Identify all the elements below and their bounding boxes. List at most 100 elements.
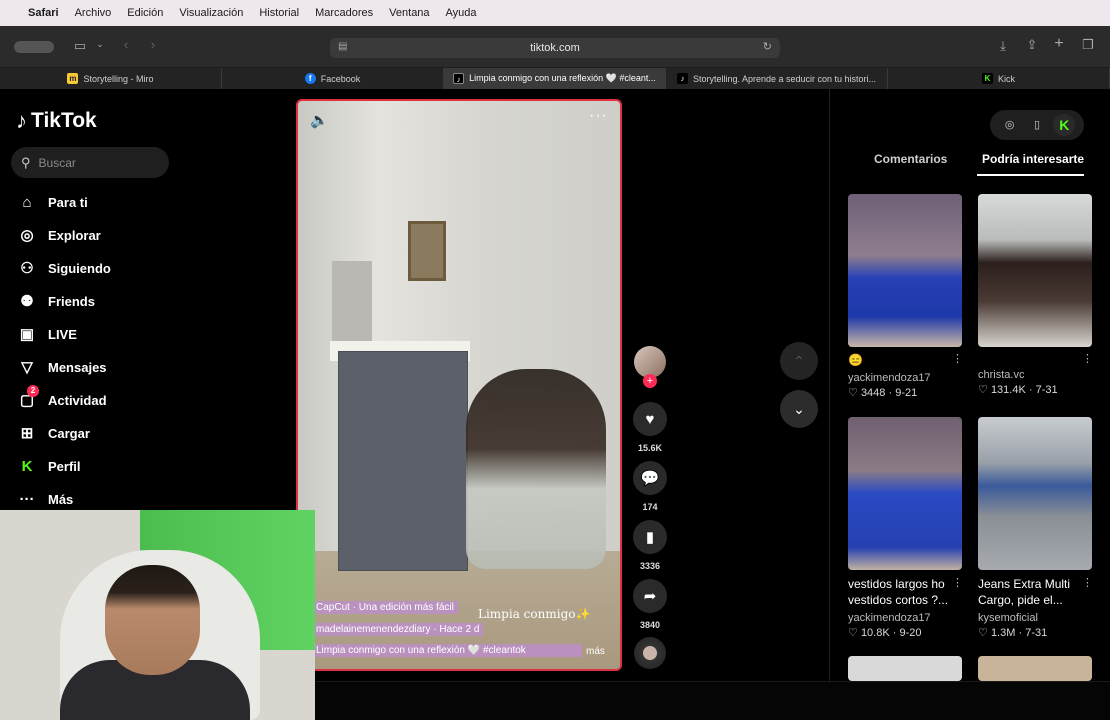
tiktok-icon: ♪ bbox=[453, 73, 465, 84]
save-button[interactable]: ▮ bbox=[633, 520, 667, 554]
volume-icon[interactable]: 🔈 bbox=[310, 111, 329, 129]
sidebar-item-label: Siguiendo bbox=[48, 260, 111, 276]
comment-count: 174 bbox=[642, 502, 658, 512]
card-user[interactable]: kysemoficial bbox=[978, 612, 1038, 624]
home-icon: ⌂ bbox=[22, 193, 32, 211]
sidebar-item-perfil[interactable]: K Perfil bbox=[17, 454, 81, 478]
card-more-icon[interactable]: ⋮ bbox=[1082, 352, 1093, 365]
more-options-icon[interactable]: ··· bbox=[589, 107, 608, 125]
forward-icon[interactable]: › bbox=[147, 37, 159, 52]
tab-kick[interactable]: K Kick bbox=[888, 68, 1110, 89]
video-thumbnail[interactable] bbox=[978, 656, 1092, 681]
card-stats: ♡ 131.4K · 7-31 bbox=[978, 383, 1058, 396]
menu-visualizacion[interactable]: Visualización bbox=[179, 7, 243, 19]
sidebar-item-siguiendo[interactable]: ⚇ Siguiendo bbox=[17, 256, 111, 280]
tab-bar: m Storytelling - Miro f Facebook ♪ Limpi… bbox=[0, 68, 1110, 89]
address-bar[interactable]: ▤ tiktok.com ↻ bbox=[330, 38, 780, 58]
heart-icon: ♥ bbox=[645, 410, 655, 428]
video-thumbnail[interactable] bbox=[978, 417, 1092, 570]
follow-plus-icon[interactable]: + bbox=[643, 374, 657, 388]
menu-marcadores[interactable]: Marcadores bbox=[315, 7, 373, 19]
sidebar-item-live[interactable]: ▣ LIVE bbox=[17, 322, 77, 346]
video-scene-vanity bbox=[338, 351, 468, 571]
video-thumbnail[interactable] bbox=[848, 194, 962, 347]
video-player[interactable]: 🔈 ··· CapCut · Una edición más fácil Lim… bbox=[296, 99, 622, 671]
new-tab-icon[interactable]: + bbox=[1051, 35, 1067, 53]
tab-podria-interesarte[interactable]: Podría interesarte bbox=[982, 152, 1084, 166]
tab-label: Facebook bbox=[320, 73, 361, 84]
activity-icon: ▢ 2 bbox=[17, 385, 39, 409]
share-icon[interactable]: ⇪ bbox=[1024, 37, 1040, 53]
active-tab-indicator bbox=[977, 174, 1084, 176]
card-stats: ♡ 3448 · 9-21 bbox=[848, 386, 917, 399]
tab-comentarios[interactable]: Comentarios bbox=[874, 152, 947, 166]
card-title[interactable]: vestidos largos ho vestidos cortos ?... bbox=[848, 576, 952, 608]
sound-disc-avatar[interactable] bbox=[634, 637, 666, 669]
sidebar-toggle-icon[interactable]: ▭ bbox=[72, 38, 88, 54]
video-overlay-text: Limpia conmigo✨ bbox=[478, 607, 591, 621]
reload-icon[interactable]: ↻ bbox=[763, 40, 772, 53]
sidebar-item-mensajes[interactable]: ▽ Mensajes bbox=[17, 355, 107, 379]
comment-button[interactable]: 💬 bbox=[633, 461, 667, 495]
menu-archivo[interactable]: Archivo bbox=[75, 7, 112, 19]
kick-icon: K bbox=[981, 73, 993, 84]
sidebar-item-para-ti[interactable]: ⌂ Para ti bbox=[17, 190, 88, 214]
chevron-down-icon[interactable]: ⌄ bbox=[95, 39, 105, 50]
card-date: 9-21 bbox=[895, 387, 918, 399]
video-thumbnail[interactable] bbox=[848, 417, 962, 570]
share-arrow-icon: ➦ bbox=[643, 588, 657, 605]
share-button[interactable]: ➦ bbox=[633, 579, 667, 613]
kick-icon[interactable]: K bbox=[1053, 114, 1076, 136]
menu-safari[interactable]: Safari bbox=[28, 7, 59, 19]
menu-edicion[interactable]: Edición bbox=[127, 7, 163, 19]
capcut-tag[interactable]: CapCut · Una edición más fácil bbox=[312, 601, 458, 614]
facebook-icon: f bbox=[304, 73, 316, 84]
menu-ayuda[interactable]: Ayuda bbox=[446, 7, 477, 19]
video-scene-painting bbox=[408, 221, 446, 281]
sidebar-item-actividad[interactable]: ▢ 2 Actividad bbox=[17, 385, 107, 412]
video-thumbnail[interactable] bbox=[848, 656, 962, 681]
tab-miro[interactable]: m Storytelling - Miro bbox=[0, 68, 222, 89]
card-likes: 131.4K bbox=[990, 384, 1026, 396]
sidebar-item-label: Mensajes bbox=[48, 359, 107, 375]
video-author[interactable]: madelainemenendezdiary · Hace 2 d bbox=[312, 623, 484, 636]
card-more-icon[interactable]: ⋮ bbox=[952, 576, 963, 589]
mobile-icon[interactable]: ▯ bbox=[1026, 114, 1048, 136]
menu-historial[interactable]: Historial bbox=[259, 7, 299, 19]
heart-outline-icon: ♡ bbox=[978, 384, 988, 396]
card-title[interactable]: 😑 bbox=[848, 352, 863, 368]
like-button[interactable]: ♥ bbox=[633, 402, 667, 436]
more-icon: ··· bbox=[19, 490, 35, 508]
sidebar-item-label: Para ti bbox=[48, 194, 88, 210]
card-title[interactable]: Jeans Extra Multi Cargo, pide el... bbox=[978, 576, 1082, 608]
tiktok-logo[interactable]: ♪ TikTok bbox=[16, 108, 97, 134]
back-icon[interactable]: ‹ bbox=[120, 37, 132, 52]
search-icon: ⚲ bbox=[21, 154, 31, 170]
card-user[interactable]: christa.vc bbox=[978, 369, 1024, 381]
card-user[interactable]: yackimendoza17 bbox=[848, 372, 931, 384]
search-input[interactable]: ⚲ Buscar bbox=[11, 147, 169, 178]
tab-tiktok-video[interactable]: ♪ Limpia conmigo con una reflexión 🤍 #cl… bbox=[444, 68, 666, 89]
card-more-icon[interactable]: ⋮ bbox=[952, 352, 963, 365]
next-video-button[interactable]: ⌄ bbox=[780, 390, 818, 428]
sidebar-item-label: Friends bbox=[48, 293, 95, 309]
menu-ventana[interactable]: Ventana bbox=[389, 7, 429, 19]
compass-icon[interactable]: ◎ bbox=[999, 114, 1021, 136]
tab-facebook[interactable]: f Facebook bbox=[222, 68, 444, 89]
sidebar-item-cargar[interactable]: ⊞ Cargar bbox=[17, 421, 90, 445]
sidebar-item-friends[interactable]: ⚉ Friends bbox=[17, 289, 95, 313]
sidebar-item-explorar[interactable]: ◎ Explorar bbox=[17, 223, 100, 247]
video-thumbnail[interactable] bbox=[978, 194, 1092, 347]
tab-label: Storytelling - Miro bbox=[83, 73, 154, 84]
card-more-icon[interactable]: ⋮ bbox=[1082, 576, 1093, 589]
card-user[interactable]: yackimendoza17 bbox=[848, 612, 931, 624]
compass-icon: ◎ bbox=[20, 227, 34, 244]
caption-more-link[interactable]: más bbox=[586, 646, 605, 657]
tab-tiktok-storytelling[interactable]: ♪ Storytelling. Aprende a seducir con tu… bbox=[666, 68, 888, 89]
tab-overview-icon[interactable]: ❐ bbox=[1080, 37, 1096, 53]
download-icon[interactable]: ⤓ bbox=[995, 38, 1011, 54]
sidebar-item-mas[interactable]: ··· Más bbox=[17, 487, 74, 511]
sidebar-item-label: LIVE bbox=[48, 326, 77, 342]
tab-group-icon[interactable] bbox=[14, 41, 54, 53]
previous-video-button[interactable]: ⌃ bbox=[780, 342, 818, 380]
